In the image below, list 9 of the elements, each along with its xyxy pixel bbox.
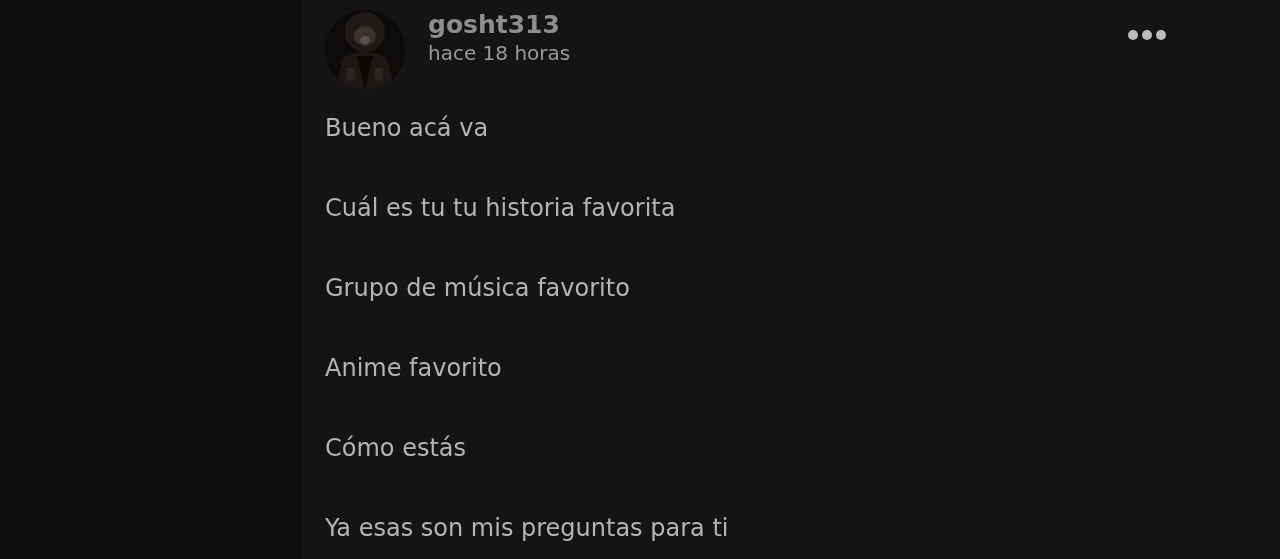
post-text: Bueno acá va [325,113,490,144]
more-icon[interactable] [1127,29,1167,41]
post-text: Anime favorito [325,353,503,384]
username[interactable]: gosht313 [428,10,571,40]
post-text: Cuál es tu tu historia favorita [325,193,677,224]
post-text: Ya esas son mis preguntas para ti [325,513,730,544]
post-time: hace 18 horas [428,40,571,66]
post-text: Grupo de música favorito [325,273,631,304]
post-text: Cómo estás [325,433,468,464]
